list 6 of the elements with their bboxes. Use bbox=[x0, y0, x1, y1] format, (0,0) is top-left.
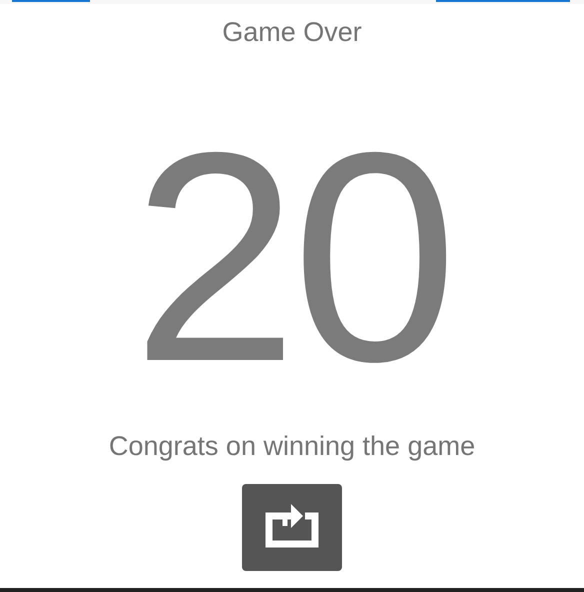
game-over-title: Game Over bbox=[222, 16, 362, 48]
replay-button[interactable] bbox=[242, 484, 342, 571]
congrats-message: Congrats on winning the game bbox=[108, 430, 476, 462]
button-edge[interactable] bbox=[12, 0, 90, 2]
score-value: 20 bbox=[132, 118, 452, 398]
button-edge[interactable] bbox=[436, 0, 570, 2]
